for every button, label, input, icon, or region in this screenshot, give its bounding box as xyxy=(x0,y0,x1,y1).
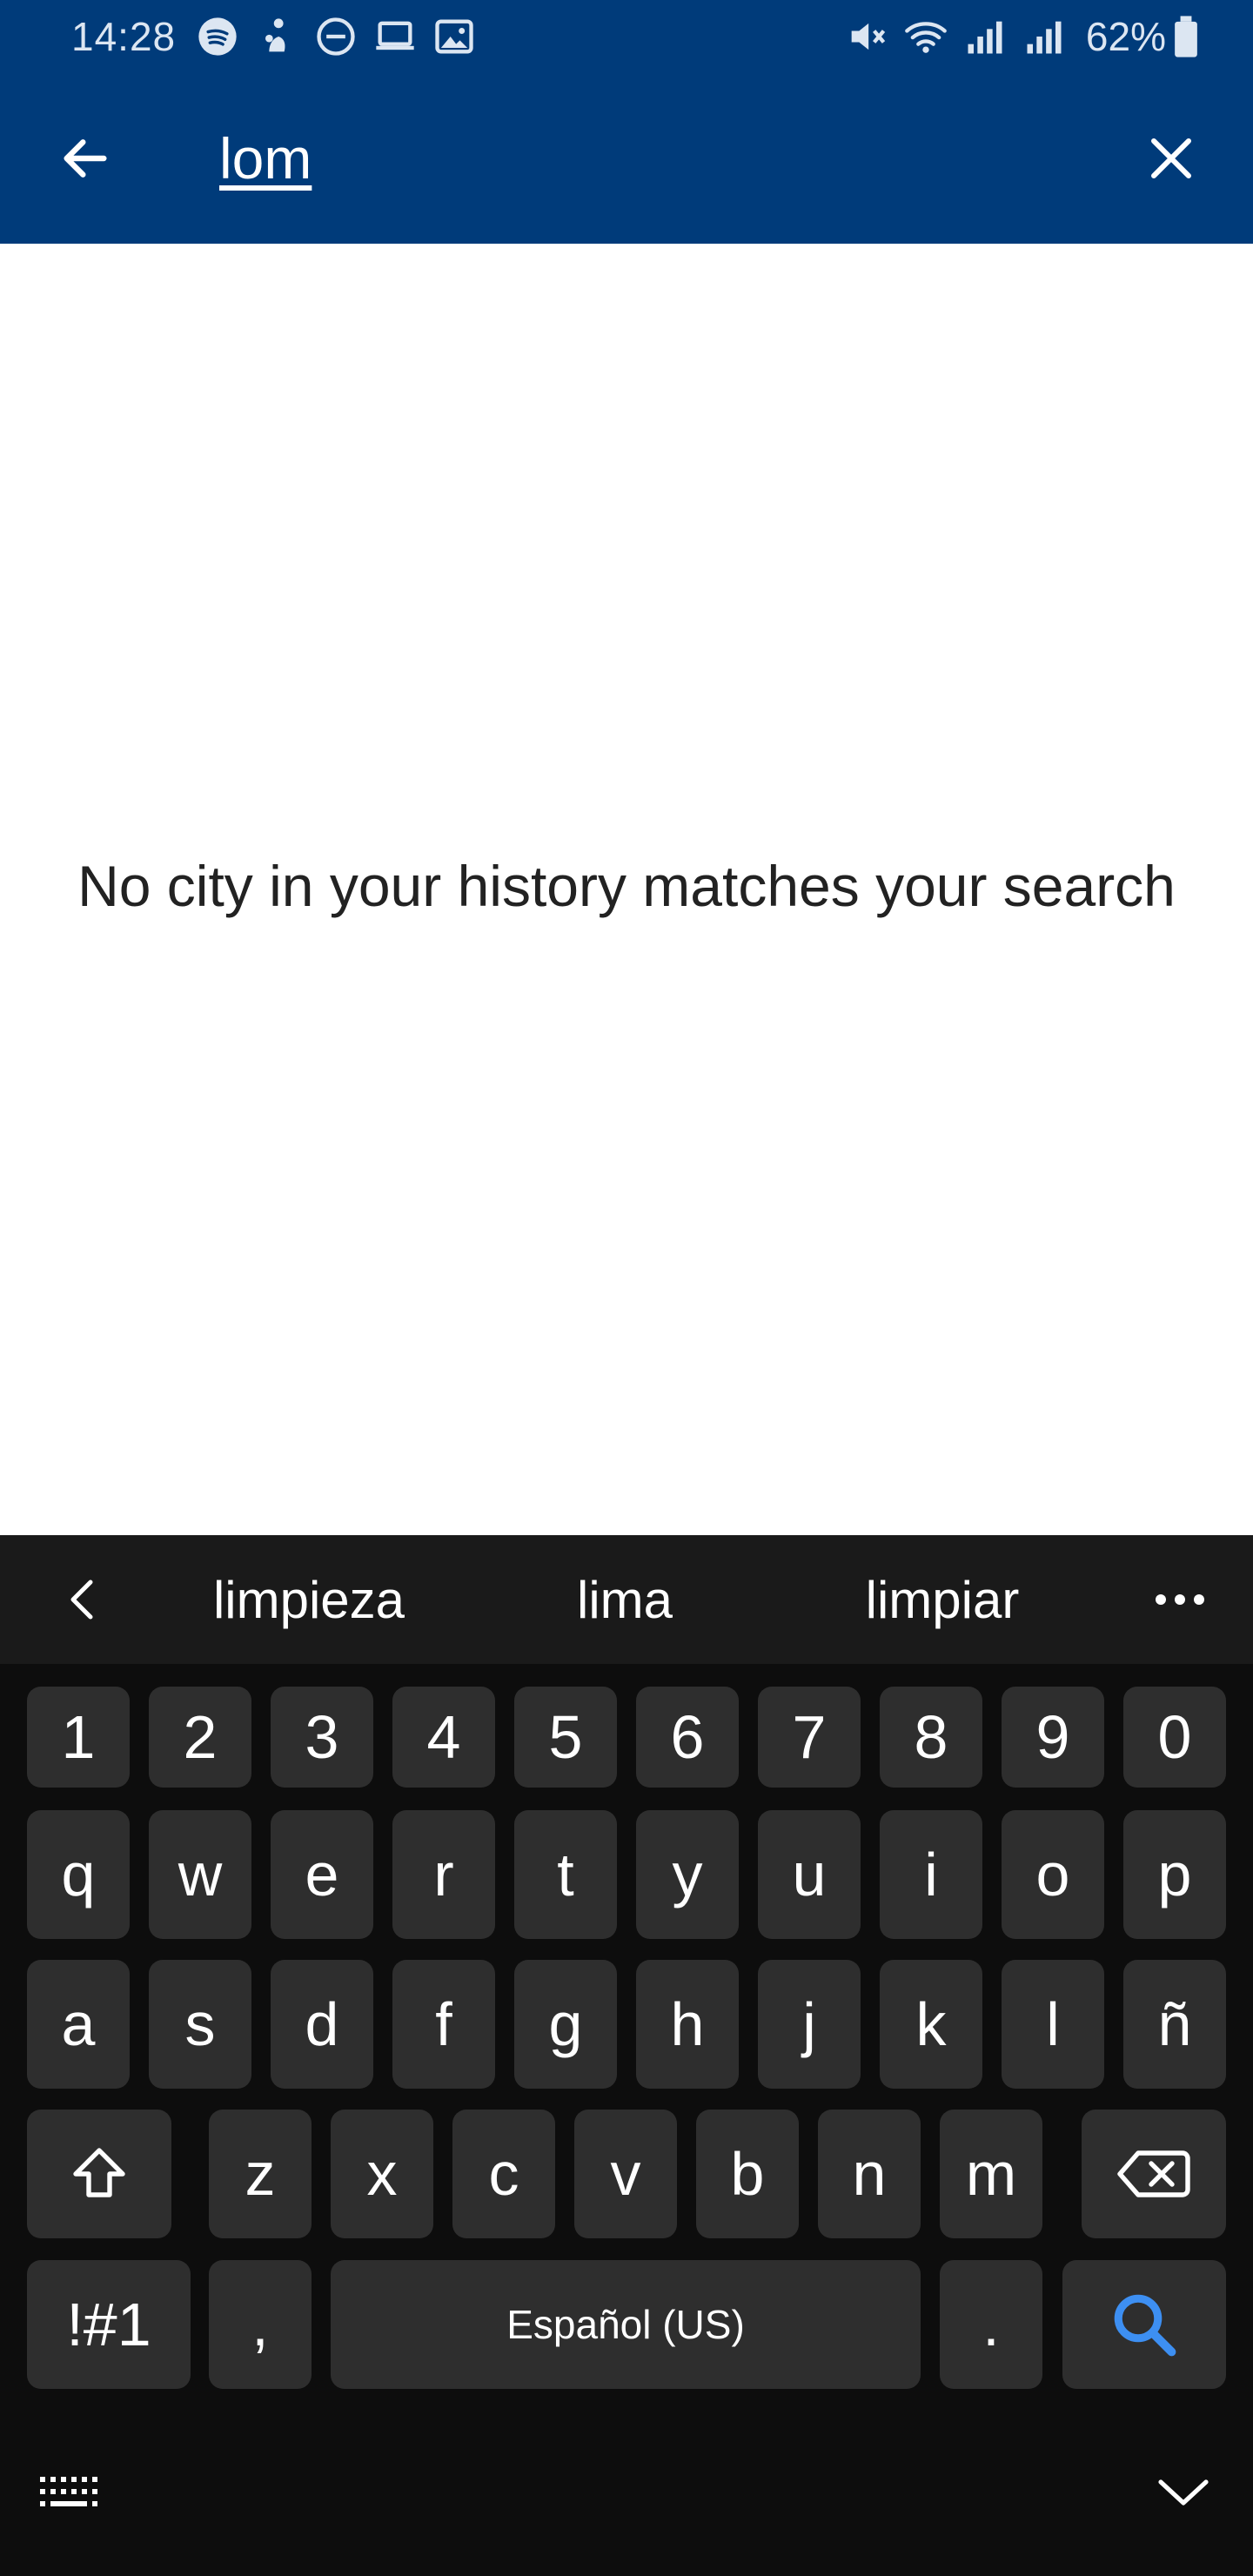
keyboard: limpieza lima limpiar 1 2 3 4 5 6 7 8 9 … xyxy=(0,1535,1253,2576)
key-a[interactable]: a xyxy=(27,1960,130,2089)
key-d[interactable]: d xyxy=(271,1960,373,2089)
key-z[interactable]: z xyxy=(209,2110,312,2238)
more-icon xyxy=(1156,1594,1204,1605)
key-n[interactable]: n xyxy=(818,2110,921,2238)
search-input[interactable] xyxy=(219,111,1089,206)
key-j[interactable]: j xyxy=(758,1960,861,2089)
key-6[interactable]: 6 xyxy=(636,1687,739,1788)
backspace-icon xyxy=(1117,2150,1190,2197)
key-5[interactable]: 5 xyxy=(514,1687,617,1788)
key-w[interactable]: w xyxy=(149,1810,251,1939)
key-r[interactable]: r xyxy=(392,1810,495,1939)
notification-icon xyxy=(254,14,299,59)
battery-icon xyxy=(1173,14,1199,59)
key-8[interactable]: 8 xyxy=(880,1687,982,1788)
key-e[interactable]: e xyxy=(271,1810,373,1939)
key-f[interactable]: f xyxy=(392,1960,495,2089)
signal-icon xyxy=(1022,14,1067,59)
image-icon xyxy=(432,14,477,59)
suggestion-more-button[interactable] xyxy=(1145,1568,1215,1631)
symbols-key[interactable]: !#1 xyxy=(27,2260,191,2389)
key-s[interactable]: s xyxy=(149,1960,251,2089)
search-key[interactable] xyxy=(1062,2260,1226,2389)
signal-icon xyxy=(962,14,1008,59)
chevron-left-icon xyxy=(70,1580,93,1620)
backspace-key[interactable] xyxy=(1082,2110,1226,2238)
key-o[interactable]: o xyxy=(1002,1810,1104,1939)
key-1[interactable]: 1 xyxy=(27,1687,130,1788)
suggestion-collapse-button[interactable] xyxy=(50,1568,113,1631)
key-k[interactable]: k xyxy=(880,1960,982,2089)
key-b[interactable]: b xyxy=(696,2110,799,2238)
laptop-icon xyxy=(372,14,418,59)
key-p[interactable]: p xyxy=(1123,1810,1226,1939)
back-button[interactable] xyxy=(49,122,122,195)
app-bar xyxy=(0,73,1253,244)
key-x[interactable]: x xyxy=(331,2110,433,2238)
key-m[interactable]: m xyxy=(940,2110,1042,2238)
keyboard-icon xyxy=(40,2477,97,2506)
suggestion-bar: limpieza lima limpiar xyxy=(0,1535,1253,1664)
key-y[interactable]: y xyxy=(636,1810,739,1939)
suggestion-1[interactable]: limpieza xyxy=(178,1561,439,1638)
key-v[interactable]: v xyxy=(574,2110,677,2238)
key-g[interactable]: g xyxy=(514,1960,617,2089)
do-not-disturb-icon xyxy=(313,14,358,59)
key-2[interactable]: 2 xyxy=(149,1687,251,1788)
key-i[interactable]: i xyxy=(880,1810,982,1939)
key-q[interactable]: q xyxy=(27,1810,130,1939)
suggestion-2[interactable]: lima xyxy=(494,1561,755,1638)
status-time: 14:28 xyxy=(71,14,177,59)
search-icon xyxy=(1114,2294,1176,2357)
key-9[interactable]: 9 xyxy=(1002,1687,1104,1788)
keyboard-nav-bar xyxy=(0,2414,1253,2576)
space-key[interactable]: Español (US) xyxy=(331,2260,921,2389)
key-7[interactable]: 7 xyxy=(758,1687,861,1788)
key-l[interactable]: l xyxy=(1002,1960,1104,2089)
mute-icon xyxy=(844,14,889,59)
spotify-icon xyxy=(195,14,240,59)
hide-keyboard-button[interactable] xyxy=(1149,2458,1218,2527)
battery-percent: 62% xyxy=(1085,14,1166,59)
wifi-icon xyxy=(903,14,948,59)
arrow-left-icon xyxy=(64,139,107,178)
key-h[interactable]: h xyxy=(636,1960,739,2089)
suggestion-3[interactable]: limpiar xyxy=(812,1561,1073,1638)
status-left: 14:28 xyxy=(71,13,491,60)
search-results: No city in your history matches your sea… xyxy=(0,244,1253,1535)
close-icon xyxy=(1151,138,1191,178)
key-c[interactable]: c xyxy=(452,2110,555,2238)
key-4[interactable]: 4 xyxy=(392,1687,495,1788)
chevron-down-icon xyxy=(1158,2479,1209,2506)
empty-state-message: No city in your history matches your sea… xyxy=(77,854,1176,918)
period-key[interactable]: . xyxy=(940,2260,1042,2389)
key-3[interactable]: 3 xyxy=(271,1687,373,1788)
shift-icon xyxy=(73,2148,125,2197)
key-0[interactable]: 0 xyxy=(1123,1687,1226,1788)
clear-search-button[interactable] xyxy=(1135,122,1208,195)
shift-key[interactable] xyxy=(27,2110,171,2238)
key-n-tilde[interactable]: ñ xyxy=(1123,1960,1226,2089)
status-bar: 14:28 62% xyxy=(0,0,1253,73)
key-u[interactable]: u xyxy=(758,1810,861,1939)
status-right: 62% xyxy=(844,13,1199,60)
keyboard-switch-button[interactable] xyxy=(35,2458,104,2527)
key-t[interactable]: t xyxy=(514,1810,617,1939)
comma-key[interactable]: , xyxy=(209,2260,312,2389)
